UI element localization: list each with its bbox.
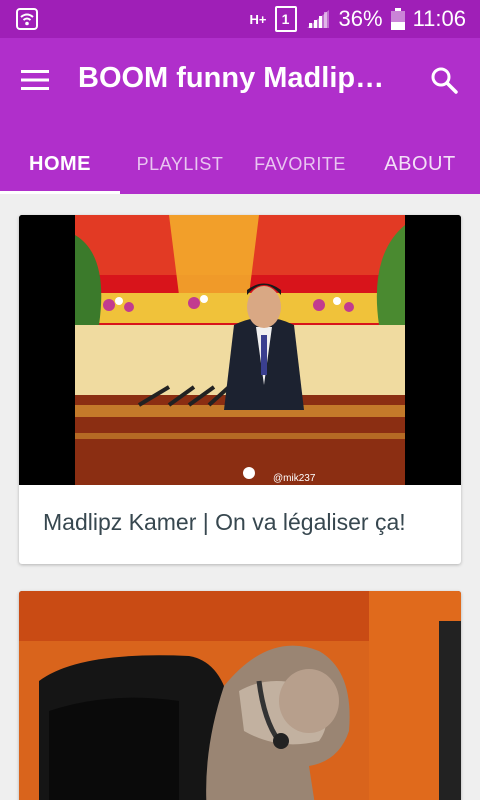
tab-about[interactable]: ABOUT [360,134,480,194]
menu-icon[interactable] [20,68,50,92]
wifi-icon [16,8,38,30]
thumbnail-image: @mik237 [19,215,461,485]
app-title: BOOM funny Madlipz… [78,62,398,94]
sim-icon: 1 [274,6,297,32]
video-card[interactable]: @mik237 Madlipz Kamer | On va légaliser … [19,215,461,564]
video-thumbnail[interactable] [19,591,461,800]
video-card[interactable] [19,591,461,800]
video-title[interactable]: Madlipz Kamer | On va légaliser ça! [19,485,461,560]
network-type: H+ [249,11,267,27]
tab-home[interactable]: HOME [0,134,120,194]
tab-bar: HOME PLAYLIST FAVORITE ABOUT [0,134,480,194]
search-icon[interactable] [430,66,458,94]
signal-icon [306,10,329,28]
status-bar: H+ 1 36% 11:06 [0,0,480,38]
clock: 11:06 [412,6,466,31]
battery-percent: 36% [338,6,383,31]
video-thumbnail[interactable]: @mik237 [19,215,461,485]
watermark: @mik237 [273,473,316,484]
video-list: @mik237 Madlipz Kamer | On va légaliser … [0,194,480,800]
app-bar: BOOM funny Madlipz… HOME PLAYLIST FAVORI… [0,38,480,194]
tab-playlist[interactable]: PLAYLIST [120,134,240,194]
thumbnail-image [19,591,461,800]
tab-favorite[interactable]: FAVORITE [240,134,360,194]
battery-icon [390,8,405,30]
